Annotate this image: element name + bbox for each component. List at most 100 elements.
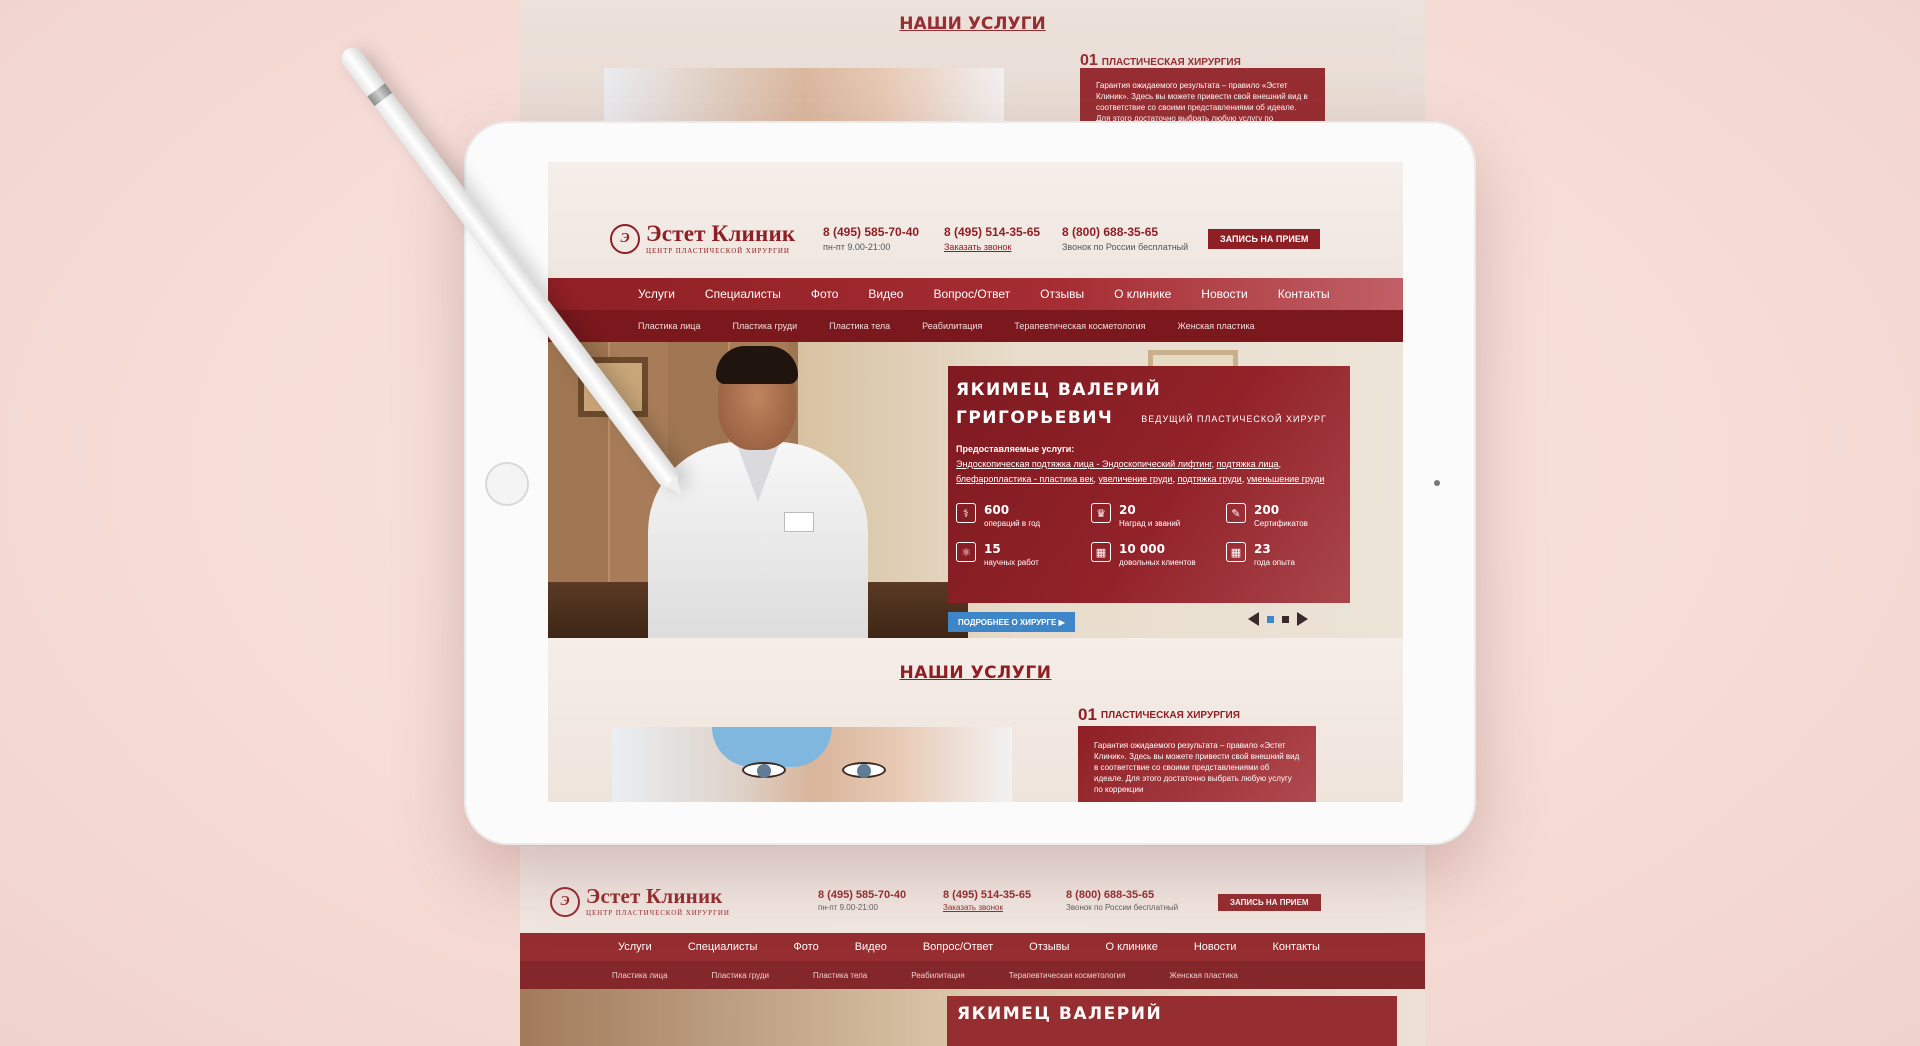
appointment-button[interactable]: ЗАПИСЬ НА ПРИЕМ	[1208, 229, 1321, 249]
phone-hours: пн-пт 9.00-21:00	[823, 242, 891, 252]
phone-3-bg: 8 (800) 688-35-65 Звонок по России беспла…	[1066, 889, 1179, 912]
service-link[interactable]: подтяжка лица	[1217, 459, 1279, 469]
slide-dot-active[interactable]	[1267, 615, 1274, 623]
services-label: Предоставляемые услуги:	[956, 444, 1075, 454]
slide-dot[interactable]	[1282, 615, 1289, 623]
subnav-item-female[interactable]: Женская пластика	[1177, 321, 1254, 331]
nav-item-photo[interactable]: Фото	[811, 287, 839, 301]
background-bottom-strip: Э Эстет Клиник ЦЕНТР ПЛАСТИЧЕСКОЙ ХИРУРГИ…	[520, 846, 1425, 1046]
eye-left	[742, 762, 786, 778]
logo-subtitle: ЦЕНТР ПЛАСТИЧЕСКОЙ ХИРУРГИИ	[646, 247, 790, 255]
stat-item: ▦ 10 000 довольных клиентов	[1091, 542, 1226, 567]
service-number: 01 ПЛАСТИЧЕСКАЯ ХИРУРГИЯ	[1078, 705, 1240, 724]
services-photo-bg	[604, 68, 1004, 125]
nav-item-faq[interactable]: Вопрос/Ответ	[933, 287, 1010, 301]
phone-note: Звонок по России бесплатный	[1062, 242, 1189, 252]
nav-item-reviews[interactable]: Отзывы	[1040, 287, 1084, 301]
home-button-icon	[485, 462, 529, 506]
nav-item-bg: Отзывы	[1029, 941, 1070, 953]
award-icon: ♛	[1091, 503, 1111, 523]
service-text-bg: Гарантия ожидаемого результата – правило…	[1080, 68, 1325, 125]
subnav-item-bg: Пластика лица	[612, 970, 668, 980]
name-badge	[784, 512, 814, 532]
arrow-right-icon[interactable]	[1297, 612, 1308, 626]
nav-item-bg: Новости	[1193, 941, 1237, 953]
service-description: Гарантия ожидаемого результата – правило…	[1078, 726, 1316, 802]
subnav-item-bg: Пластика тела	[813, 970, 868, 980]
nav-item-news[interactable]: Новости	[1201, 287, 1247, 301]
service-link[interactable]: увеличение груди	[1098, 474, 1172, 484]
sub-nav-bg: Пластика лица Пластика груди Пластика те…	[520, 961, 1425, 989]
surgical-cap	[712, 727, 832, 767]
background-top-strip: НАШИ УСЛУГИ 01 ПЛАСТИЧЕСКАЯ ХИРУРГИЯ Гара…	[520, 0, 1425, 125]
services-photo	[612, 727, 1012, 802]
calendar-icon: ▦	[1226, 542, 1246, 562]
stat-item: ⚕ 600 операций в год	[956, 503, 1091, 528]
subnav-item-breast[interactable]: Пластика груди	[732, 321, 797, 331]
nav-item-specialists[interactable]: Специалисты	[705, 287, 781, 301]
nav-item-bg: Вопрос/Ответ	[922, 941, 994, 953]
nav-item-bg: О клинике	[1105, 941, 1158, 953]
stat-item: ✎ 200 Сертификатов	[1226, 503, 1346, 528]
subnav-item-face[interactable]: Пластика лица	[638, 321, 700, 331]
doctor-photo	[608, 342, 908, 642]
nav-item-bg: Видео	[854, 941, 887, 953]
nav-item-services[interactable]: Услуги	[638, 287, 675, 301]
phone-1-bg: 8 (495) 585-70-40 пн-пт 9.00-21:00	[818, 889, 907, 912]
main-nav-bg: Услуги Специалисты Фото Видео Вопрос/Отв…	[520, 933, 1425, 961]
more-about-surgeon-button[interactable]: ПОДРОБНЕЕ О ХИРУРГЕ ▶	[948, 612, 1075, 632]
services-title-bg: НАШИ УСЛУГИ	[899, 14, 1046, 34]
arrow-left-icon[interactable]	[1248, 612, 1259, 626]
phone-3: 8 (800) 688-35-65 Звонок по России беспл…	[1062, 225, 1188, 252]
doctor-name-line2: ГРИГОРЬЕВИЧ	[956, 408, 1114, 428]
services-section: НАШИ УСЛУГИ 01 ПЛАСТИЧЕСКАЯ ХИРУРГИЯ Гара…	[548, 638, 1403, 802]
doctor-name-line1: ЯКИМЕЦ ВАЛЕРИЙ	[956, 380, 1162, 400]
service-link[interactable]: подтяжка груди	[1177, 474, 1241, 484]
phone-2-bg: 8 (495) 514-35-65 Заказать звонок	[943, 889, 1032, 912]
atom-icon: ⚛	[956, 542, 976, 562]
subnav-item-bg: Женская пластика	[1169, 970, 1238, 980]
logo-icon: Э	[550, 886, 580, 917]
site-header: Э Эстет Клиник ЦЕНТР ПЛАСТИЧЕСКОЙ ХИРУРГ…	[548, 162, 1403, 278]
main-nav: Услуги Специалисты Фото Видео Вопрос/Отв…	[548, 278, 1403, 310]
phone-number[interactable]: 8 (495) 585-70-40	[823, 225, 919, 239]
subnav-item-body[interactable]: Пластика тела	[829, 321, 890, 331]
doctor-stats: ⚕ 600 операций в год ♛ 20 Наград и званий ✎ 2…	[956, 503, 1342, 567]
stat-item: ♛ 20 Наград и званий	[1091, 503, 1226, 528]
services-list: Эндоскопическая подтяжка лица - Эндоскоп…	[956, 459, 1325, 484]
certificate-icon: ✎	[1226, 503, 1246, 523]
logo-icon: Э	[610, 223, 640, 254]
surgery-tools-icon: ⚕	[956, 503, 976, 523]
stat-item: ⚛ 15 научных работ	[956, 542, 1091, 567]
nav-item-video[interactable]: Видео	[868, 287, 903, 301]
subnav-item-bg: Пластика груди	[711, 970, 770, 980]
phone-number[interactable]: 8 (800) 688-35-65	[1062, 225, 1188, 239]
callback-link[interactable]: Заказать звонок	[944, 242, 1040, 252]
nav-item-contacts[interactable]: Контакты	[1278, 287, 1330, 301]
slider-pager	[1248, 612, 1308, 626]
service-link[interactable]: блефаропластика - пластика век	[956, 474, 1093, 484]
phone-2: 8 (495) 514-35-65 Заказать звонок	[944, 225, 1040, 252]
nav-item-bg: Фото	[793, 941, 819, 953]
subnav-item-bg: Реабилитация	[911, 970, 965, 980]
sub-nav: Пластика лица Пластика груди Пластика те…	[548, 310, 1403, 342]
appointment-button-bg: ЗАПИСЬ НА ПРИЕМ	[1218, 894, 1321, 911]
nav-item-bg: Специалисты	[687, 941, 758, 953]
services-title: НАШИ УСЛУГИ	[899, 663, 1052, 683]
subnav-item-cosmetology[interactable]: Терапевтическая косметология	[1014, 321, 1145, 331]
phone-number[interactable]: 8 (495) 514-35-65	[944, 225, 1040, 239]
doctor-hair	[716, 346, 798, 384]
service-link[interactable]: Эндоскопическая подтяжка лица - Эндоскоп…	[956, 459, 1212, 469]
nav-item-bg: Контакты	[1272, 941, 1320, 953]
service-title[interactable]: ПЛАСТИЧЕСКАЯ ХИРУРГИЯ	[1101, 710, 1240, 721]
subnav-item-rehab[interactable]: Реабилитация	[922, 321, 982, 331]
subnav-item-bg: Терапевтическая косметология	[1008, 970, 1126, 980]
logo[interactable]: Э Эстет Клиник ЦЕНТР ПЛАСТИЧЕСКОЙ ХИРУРГ…	[610, 222, 795, 255]
logo-bg: Э Эстет Клиник ЦЕНТР ПЛАСТИЧЕСКОЙ ХИРУРГИ…	[550, 886, 730, 917]
stat-item: ▦ 23 года опыта	[1226, 542, 1346, 567]
nav-item-bg: Услуги	[618, 941, 652, 953]
service-link[interactable]: уменьшение груди	[1247, 474, 1325, 484]
nav-item-about[interactable]: О клинике	[1114, 287, 1171, 301]
calendar-icon: ▦	[1091, 542, 1111, 562]
camera-icon	[1434, 480, 1440, 486]
